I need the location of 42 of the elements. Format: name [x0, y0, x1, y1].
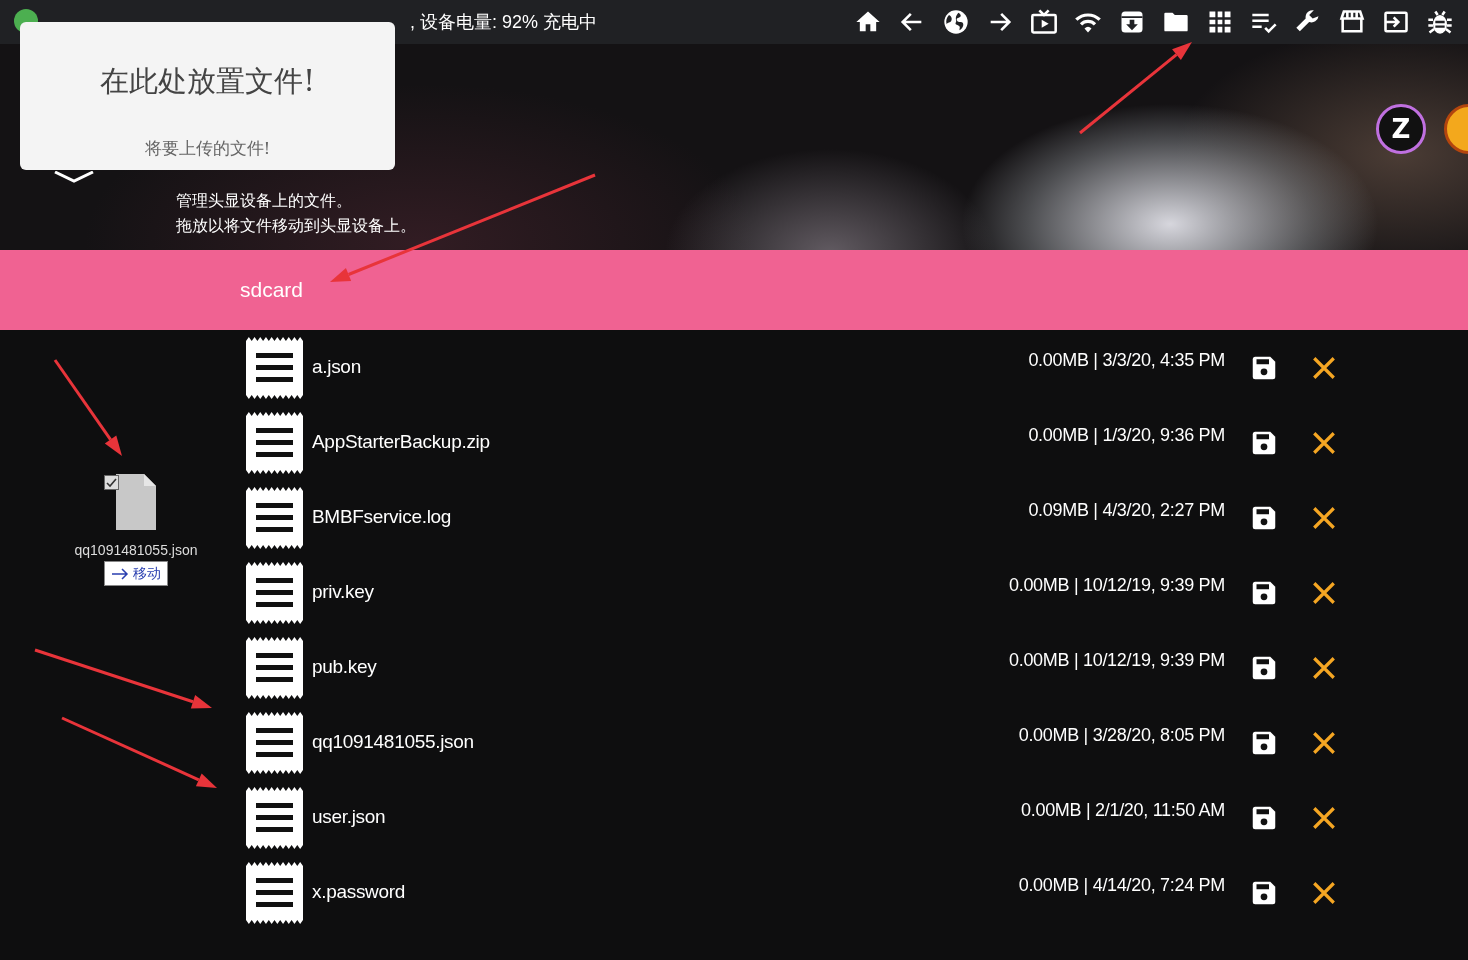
description-text: 管理头显设备上的文件。 [176, 191, 353, 211]
file-name[interactable]: pub.key [312, 653, 377, 682]
file-info: 0.00MB | 10/12/19, 9:39 PM [1009, 649, 1225, 672]
file-icon [246, 711, 303, 774]
file-info: 0.00MB | 4/14/20, 7:24 PM [1018, 874, 1225, 897]
file-name[interactable]: x.password [312, 878, 406, 907]
file-name[interactable]: qq1091481055.json [312, 728, 474, 757]
drop-zone-subtitle: 将要上传的文件! [143, 136, 272, 160]
chevron-logo-icon [52, 171, 96, 183]
file-name[interactable]: AppStarterBackup.zip [312, 428, 490, 457]
file-name: qq1091481055.json [73, 541, 199, 560]
drop-zone-popup[interactable]: 在此处放置文件! 将要上传的文件! [20, 22, 395, 170]
checkbox[interactable] [104, 475, 119, 490]
file-icon [246, 336, 303, 399]
file-icon [246, 786, 303, 849]
bug-icon[interactable] [1426, 8, 1454, 36]
file-info: 0.00MB | 1/3/20, 9:36 PM [1028, 424, 1225, 447]
avatar[interactable]: Z [1376, 104, 1426, 154]
file-icon [246, 636, 303, 699]
file-info: 0.00MB | 3/3/20, 4:35 PM [1028, 349, 1225, 372]
file-info: 0.00MB | 3/28/20, 8:05 PM [1018, 724, 1225, 747]
file-name[interactable]: BMBFservice.log [312, 503, 452, 532]
status-text: , 设备电量: 92% 充电中 [410, 10, 598, 34]
description-text: 拖放以将文件移动到头显设备上。 [176, 216, 416, 236]
store-icon[interactable] [1338, 8, 1366, 36]
drop-zone-title: 在此处放置文件! [99, 63, 316, 100]
file-info: 0.09MB | 4/3/20, 2:27 PM [1028, 499, 1225, 522]
file-icon [116, 474, 156, 530]
file-name[interactable]: user.json [312, 803, 386, 832]
file-info: 0.00MB | 10/12/19, 9:39 PM [1009, 574, 1225, 597]
file-icon [246, 561, 303, 624]
file-icon [246, 411, 303, 474]
file-name[interactable]: priv.key [312, 578, 374, 607]
file-info: 0.00MB | 2/1/20, 11:50 AM [1021, 799, 1225, 822]
right-arrow-icon [111, 567, 129, 580]
globe-icon[interactable] [942, 8, 970, 36]
file-icon [246, 486, 303, 549]
tv-play-icon[interactable] [1030, 8, 1058, 36]
file-icon [246, 861, 303, 924]
exit-box-icon[interactable] [1382, 8, 1410, 36]
move-label: 移动 [133, 564, 161, 583]
file-name[interactable]: a.json [312, 353, 361, 382]
